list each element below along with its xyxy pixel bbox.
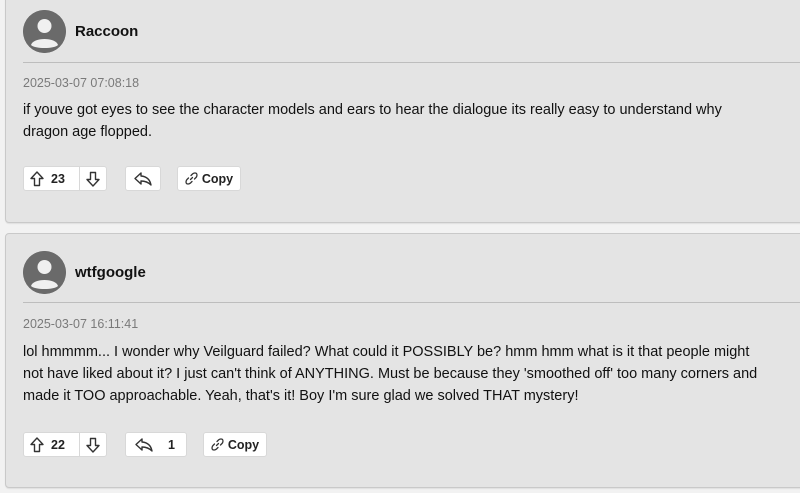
comment-timestamp: 2025-03-07 07:08:18: [23, 76, 140, 90]
comment-card: Raccoon 2025-03-07 07:08:18 if youve got…: [5, 0, 800, 223]
copy-label: Copy: [227, 437, 260, 452]
comment-card: wtfgoogle 2025-03-07 16:11:41 lol hmmmm.…: [5, 233, 800, 488]
username[interactable]: Raccoon: [75, 23, 138, 40]
upvote-count: 23: [51, 171, 65, 186]
reply-arrow-icon: [134, 437, 154, 453]
comment-feed: Raccoon 2025-03-07 07:08:18 if youve got…: [0, 0, 800, 493]
reply-arrow-icon: [133, 171, 153, 187]
downvote-button[interactable]: [80, 433, 106, 456]
header-divider: [23, 62, 800, 63]
comment-line: made it TOO approachable. Yeah, that's i…: [23, 388, 579, 404]
comment-header: wtfgoogle: [23, 250, 146, 294]
comment-line: dragon age flopped.: [23, 124, 152, 140]
comment-actions: 22 1 Copy: [23, 432, 267, 457]
vote-control: 23: [23, 166, 107, 191]
comment-line: not have liked about it? I just can't th…: [23, 366, 758, 382]
arrow-down-icon: [86, 437, 100, 453]
link-icon: [185, 172, 198, 185]
reply-button[interactable]: 1: [125, 432, 187, 457]
upvote-count: 22: [51, 437, 65, 452]
arrow-up-icon: [30, 170, 44, 187]
user-avatar-icon[interactable]: [23, 9, 66, 53]
copy-link-button[interactable]: Copy: [177, 166, 241, 191]
comment-timestamp: 2025-03-07 16:11:41: [23, 317, 139, 331]
comment-header: Raccoon: [23, 9, 138, 53]
reply-button[interactable]: [125, 166, 161, 191]
link-icon: [211, 438, 224, 451]
upvote-button[interactable]: 22: [24, 433, 80, 456]
arrow-up-icon: [30, 436, 44, 453]
comment-body: if youve got eyes to see the character m…: [23, 99, 793, 143]
username[interactable]: wtfgoogle: [75, 264, 146, 281]
header-divider: [23, 302, 800, 303]
vote-control: 22: [23, 432, 107, 457]
copy-link-button[interactable]: Copy: [203, 432, 267, 457]
comment-line: if youve got eyes to see the character m…: [23, 102, 722, 118]
upvote-button[interactable]: 23: [24, 167, 80, 190]
comment-actions: 23 Copy: [23, 166, 241, 191]
comment-body: lol hmmmm... I wonder why Veilguard fail…: [23, 341, 793, 407]
reply-count: 1: [168, 437, 175, 452]
copy-label: Copy: [201, 171, 234, 186]
comment-line: lol hmmmm... I wonder why Veilguard fail…: [23, 344, 750, 360]
arrow-down-icon: [86, 171, 100, 187]
downvote-button[interactable]: [80, 167, 106, 190]
user-avatar-icon[interactable]: [23, 250, 66, 294]
